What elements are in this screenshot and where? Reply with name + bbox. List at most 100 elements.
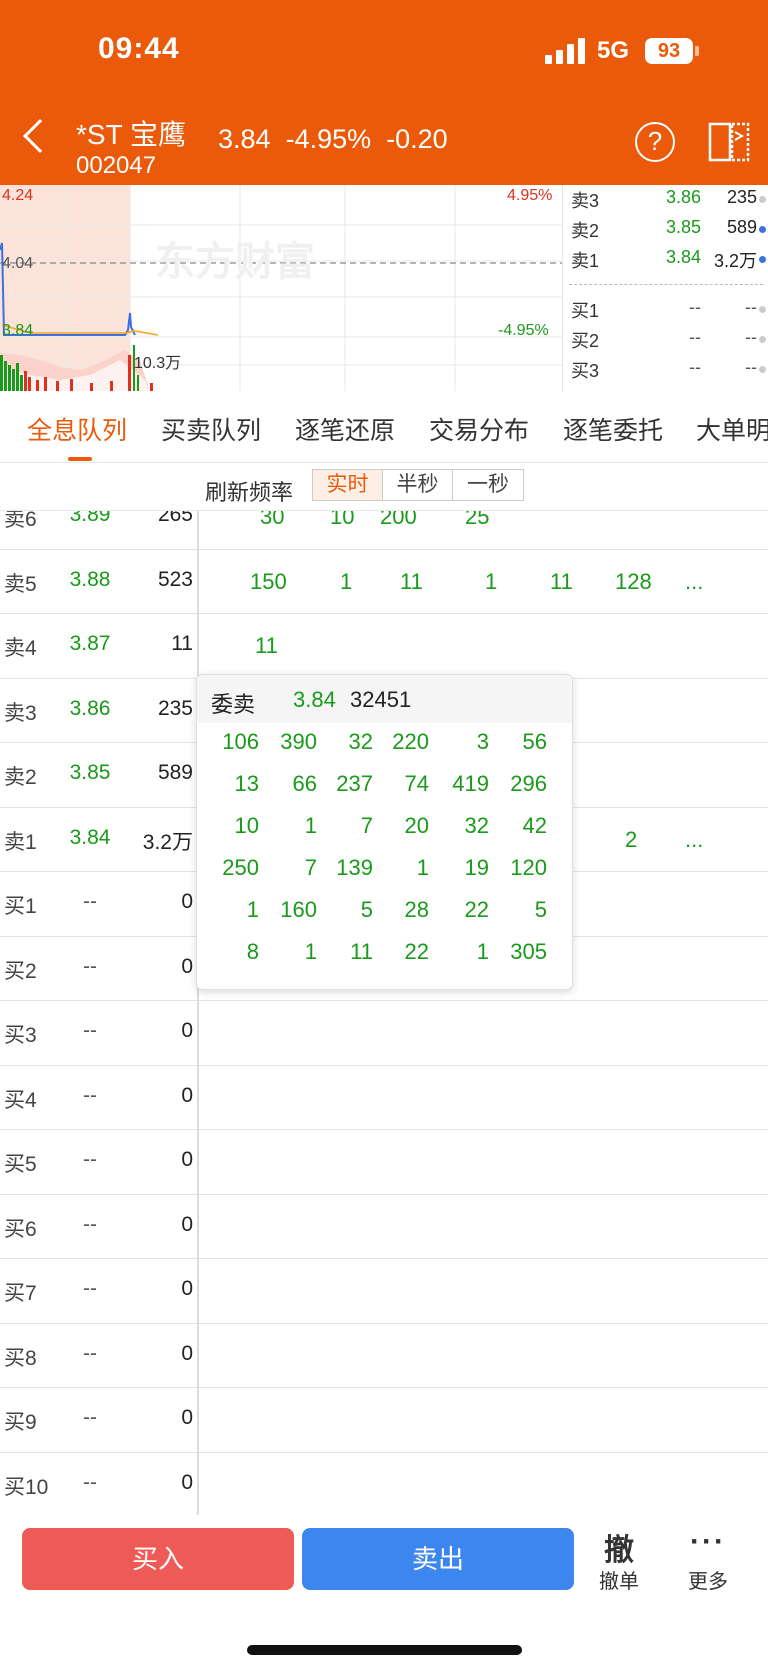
refresh-option-half-second[interactable]: 半秒: [383, 470, 453, 500]
cancel-order-label: 撤单: [599, 1571, 639, 1593]
queue-level-label: 卖5: [4, 572, 37, 596]
popup-order-size: 305: [510, 939, 547, 964]
queue-price: 3.84: [69, 825, 111, 849]
queue-order-size: 10: [330, 511, 355, 529]
queue-price: --: [83, 1083, 97, 1107]
popup-order-size: 7: [360, 813, 373, 838]
mini-book-price: 3.86: [665, 187, 701, 207]
queue-volume: 265: [157, 511, 193, 526]
cancel-order-action[interactable]: 撤 撤单: [594, 1525, 644, 1594]
queue-detail-popup[interactable]: 委卖 3.84 32451 106 390 32 220 3 56 13 66 237 74 419…: [196, 674, 573, 990]
queue-volume: 523: [157, 567, 193, 591]
queue-price: --: [83, 890, 97, 913]
queue-row[interactable]: 买10 -- 0: [0, 1453, 768, 1516]
refresh-rate-label: 刷新频率: [205, 480, 294, 505]
queue-level-label: 买1: [4, 895, 37, 918]
tab-large-orders[interactable]: 大单明: [696, 411, 768, 447]
intraday-chart[interactable]: 东方财富 4.24 4.04 3.84 4.95% -4.95% 10.3万: [0, 185, 562, 391]
queue-order-size: 11: [400, 568, 423, 594]
mini-book-volume: --: [745, 327, 757, 347]
popup-order-size: 1: [246, 897, 259, 922]
sell-button[interactable]: 卖出: [302, 1528, 574, 1590]
queue-order-size: 150: [250, 568, 287, 594]
popup-order-size: 419: [452, 771, 489, 796]
help-icon[interactable]: ?: [635, 122, 675, 162]
tab-full-queue[interactable]: 全息队列: [27, 411, 127, 447]
popup-order-size: 74: [404, 771, 429, 796]
tab-tick-restore[interactable]: 逐笔还原: [295, 411, 395, 447]
tab-tick-orders[interactable]: 逐笔委托: [563, 411, 663, 447]
mini-order-book[interactable]: 卖3 3.86 235 卖2 3.85 589 卖1 3.84 3.2万 买1 …: [562, 185, 768, 391]
queue-level-label: 买3: [4, 1024, 37, 1047]
queue-order-size: 2: [625, 826, 638, 852]
popup-volume: 32451: [350, 687, 412, 712]
queue-level-label: 买6: [4, 1217, 37, 1241]
popup-order-size: 32: [464, 813, 489, 838]
queue-price: --: [83, 1406, 97, 1429]
mini-book-volume: --: [745, 297, 757, 317]
queue-row[interactable]: 买3 -- 0: [0, 1001, 768, 1066]
mini-book-price: 3.85: [665, 217, 701, 237]
chart-volume-label: 10.3万: [134, 355, 182, 372]
queue-price: 3.86: [69, 696, 111, 720]
tab-bid-ask-queue[interactable]: 买卖队列: [161, 411, 261, 447]
queue-orders: 150 1 11 1 11 128...: [200, 550, 760, 614]
chart-price-mid: 4.04: [2, 255, 34, 272]
more-label: 更多: [688, 1571, 728, 1593]
mini-book-volume: 3.2万: [713, 251, 757, 271]
order-queue-table[interactable]: 卖6 3.89 265 30 10 200 25 卖5 3.88 523 150 1 11 1 11 128.…: [0, 511, 768, 1515]
queue-row[interactable]: 卖6 3.89 265 30 10 200 25: [0, 511, 768, 550]
mini-book-price: --: [689, 297, 701, 317]
stock-code: 002047: [76, 152, 157, 179]
popup-order-size: 8: [246, 939, 259, 964]
popup-order-size: 237: [336, 771, 373, 796]
queue-row[interactable]: 买4 -- 0: [0, 1066, 768, 1130]
popup-order-size: 10: [234, 813, 259, 838]
popup-order-size: 5: [534, 897, 547, 922]
queue-row[interactable]: 卖5 3.88 523 150 1 11 1 11 128...: [0, 550, 768, 614]
queue-volume: 0: [181, 1277, 193, 1300]
queue-volume: 0: [181, 1148, 193, 1171]
intraday-chart-svg: 东方财富: [0, 185, 562, 391]
popup-order-size: 120: [510, 855, 547, 880]
queue-level-label: 卖4: [4, 637, 37, 660]
popup-order-size: 139: [336, 855, 373, 880]
mini-book-price: 3.84: [665, 247, 701, 267]
queue-row[interactable]: 买7 -- 0: [0, 1259, 768, 1324]
queue-volume: 3.2万: [142, 830, 193, 854]
popup-order-size: 13: [234, 771, 259, 796]
mini-book-dot: [759, 366, 766, 373]
queue-row[interactable]: 买6 -- 0: [0, 1195, 768, 1259]
queue-order-size: 30: [260, 511, 285, 529]
queue-volume: 0: [181, 1341, 193, 1365]
queue-orders: 30 10 200 25: [200, 511, 760, 549]
queue-orders: [200, 1001, 760, 1065]
more-action[interactable]: ··· 更多: [683, 1525, 733, 1594]
queue-price: --: [83, 1148, 97, 1171]
queue-volume: 0: [181, 890, 193, 913]
battery-icon: 93: [645, 38, 693, 64]
switch-layout-icon[interactable]: [708, 122, 750, 162]
home-indicator: [247, 1645, 522, 1655]
signal-icon: [545, 38, 587, 64]
tab-trade-distribution[interactable]: 交易分布: [429, 411, 529, 447]
queue-level-label: 卖6: [4, 511, 37, 531]
popup-order-size: 7: [304, 855, 317, 880]
queue-row[interactable]: 买8 -- 0: [0, 1324, 768, 1388]
queue-price: --: [83, 1341, 97, 1365]
queue-row[interactable]: 买9 -- 0: [0, 1388, 768, 1453]
queue-level-label: 买8: [4, 1346, 37, 1370]
active-tab-indicator: [68, 457, 92, 461]
mini-book-row: 买3 -- --: [563, 357, 768, 385]
queue-order-size: 11: [550, 568, 573, 594]
popup-order-size: 296: [510, 771, 547, 796]
refresh-option-one-second[interactable]: 一秒: [453, 470, 523, 500]
mini-book-dot: [759, 226, 766, 233]
mini-book-row: 买1 -- --: [563, 297, 768, 325]
buy-button[interactable]: 买入: [22, 1528, 294, 1590]
queue-row[interactable]: 卖4 3.87 11 11: [0, 614, 768, 679]
refresh-option-realtime[interactable]: 实时: [313, 470, 383, 500]
queue-row[interactable]: 买5 -- 0: [0, 1130, 768, 1195]
stock-price: 3.84: [218, 124, 271, 154]
back-icon[interactable]: [23, 119, 57, 153]
